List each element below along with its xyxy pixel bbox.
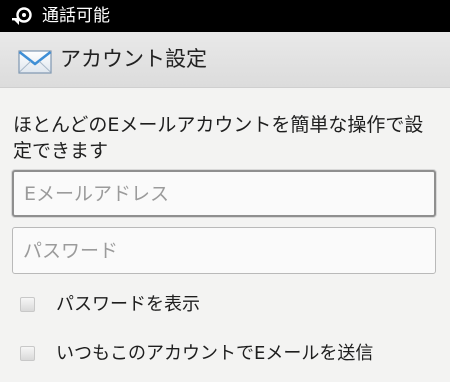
email-address-input[interactable]: [12, 170, 436, 217]
default-account-checkbox[interactable]: [20, 346, 35, 361]
default-account-label: いつもこのアカウントでEメールを送信: [56, 343, 374, 364]
show-password-label: パスワードを表示: [56, 294, 200, 315]
show-password-checkbox[interactable]: [20, 297, 35, 312]
password-input[interactable]: [12, 227, 436, 274]
page-title: アカウント設定: [60, 47, 207, 71]
default-account-option[interactable]: いつもこのアカウントでEメールを送信: [20, 340, 440, 368]
network-status-text: 通話可能: [42, 6, 110, 26]
title-bar: アカウント設定: [0, 32, 450, 88]
show-password-option[interactable]: パスワードを表示: [20, 291, 440, 319]
mail-envelope-icon: [18, 50, 52, 74]
setup-instructions: ほとんどのEメールアカウントを簡単な操作で設定できます: [13, 114, 424, 162]
phone-sync-icon: [12, 7, 32, 25]
status-bar: 通話可能: [0, 0, 450, 32]
